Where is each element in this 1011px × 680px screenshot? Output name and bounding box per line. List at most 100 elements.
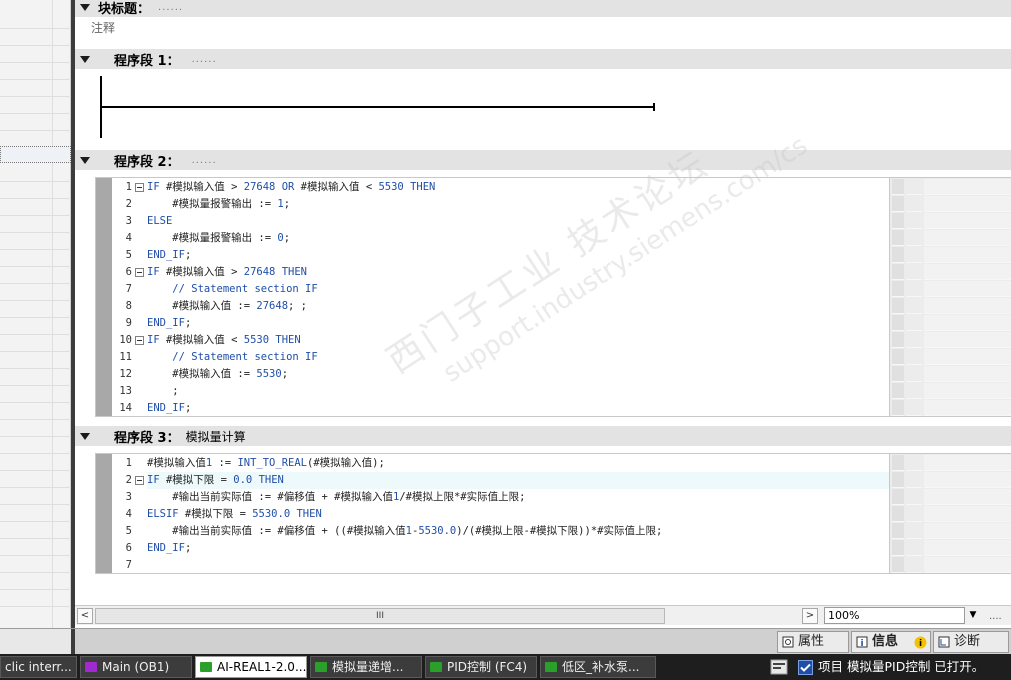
- task-analog-increment[interactable]: 模拟量递增...: [310, 656, 422, 678]
- code-line[interactable]: #输出当前实际值 := #偏移值 + #模拟输入值1/#模拟上限*#实际值上限;: [147, 489, 525, 506]
- network-1-title-placeholder[interactable]: ......: [192, 54, 217, 65]
- tree-row[interactable]: [0, 318, 71, 335]
- code-line[interactable]: END_IF;: [147, 247, 191, 264]
- tree-row[interactable]: [0, 114, 71, 131]
- task-cyclic-interrupt[interactable]: clic interr...: [0, 656, 77, 678]
- scl-code-editor-3[interactable]: 1 2 3 4 5 6 7 #模拟输入值1 := INT_TO_REAL(#模拟输入值); I…: [95, 453, 1011, 574]
- tree-row[interactable]: [0, 233, 71, 250]
- tree-row[interactable]: [0, 420, 71, 437]
- collapse-triangle-icon[interactable]: [80, 156, 90, 164]
- task-pid-control[interactable]: PID控制 (FC4): [425, 656, 537, 678]
- scl-code-editor-2[interactable]: 1 2 3 4 5 6 7 8 9 10 11 12 13 14 IF #模拟输入值 > 27648 OR…: [95, 177, 1011, 417]
- tree-row[interactable]: [0, 46, 71, 63]
- task-ai-real[interactable]: AI-REAL1-2.0...: [195, 656, 307, 678]
- tree-row[interactable]: [0, 437, 71, 454]
- side-cell: [924, 179, 1011, 195]
- block-title-header[interactable]: 块标题： ......: [75, 0, 1011, 17]
- code-lines[interactable]: IF #模拟输入值 > 27648 OR #模拟输入值 < 5530 THEN …: [147, 178, 889, 416]
- ladder-network[interactable]: [99, 76, 659, 138]
- line-number: 1: [125, 181, 132, 193]
- svg-text:i: i: [860, 639, 863, 648]
- task-main-ob1[interactable]: Main (OB1): [80, 656, 192, 678]
- tree-row[interactable]: [0, 505, 71, 522]
- zoom-select[interactable]: 100%: [824, 607, 981, 624]
- code-line[interactable]: // Statement section IF: [147, 281, 317, 298]
- fold-toggle-icon[interactable]: [135, 476, 144, 485]
- network-3-label: 程序段 3：: [114, 430, 180, 446]
- tree-row[interactable]: [0, 522, 71, 539]
- collapse-triangle-icon[interactable]: [80, 4, 90, 11]
- code-line[interactable]: ELSE: [147, 213, 172, 230]
- tree-row[interactable]: [0, 182, 71, 199]
- tree-row[interactable]: [0, 556, 71, 573]
- network-1-header[interactable]: 程序段 1： ......: [75, 49, 1011, 69]
- block-comment[interactable]: 注释: [91, 19, 115, 36]
- network-2-title-placeholder[interactable]: ......: [192, 155, 217, 166]
- tree-row[interactable]: [0, 250, 71, 267]
- fold-toggle-icon[interactable]: [135, 268, 144, 277]
- tree-row[interactable]: [0, 216, 71, 233]
- task-low-zone-pump[interactable]: 低区_补水泵...: [540, 656, 656, 678]
- code-line[interactable]: #输出当前实际值 := #偏移值 + ((#模拟输入值1-5530.0)/(#模…: [147, 523, 662, 540]
- code-line[interactable]: IF #模拟输入值 < 5530 THEN: [147, 332, 301, 349]
- code-line[interactable]: END_IF;: [147, 400, 191, 417]
- tree-row[interactable]: [0, 403, 71, 420]
- tree-row[interactable]: [0, 12, 71, 29]
- tab-properties[interactable]: 属性: [777, 631, 849, 653]
- code-line[interactable]: #模拟量报警输出 := 0;: [147, 230, 290, 247]
- tree-row[interactable]: [0, 369, 71, 386]
- tree-row[interactable]: [0, 471, 71, 488]
- tree-row[interactable]: [0, 335, 71, 352]
- code-line[interactable]: #模拟量报警输出 := 1;: [147, 196, 290, 213]
- code-line[interactable]: IF #模拟下限 = 0.0 THEN: [147, 472, 889, 489]
- tree-row[interactable]: [0, 267, 71, 284]
- line-number: 6: [125, 266, 132, 278]
- code-lines[interactable]: #模拟输入值1 := INT_TO_REAL(#模拟输入值); IF #模拟下限 …: [147, 454, 889, 573]
- code-line[interactable]: ;: [147, 383, 178, 400]
- tree-row[interactable]: [0, 29, 71, 46]
- tree-row[interactable]: [0, 352, 71, 369]
- network-2-header[interactable]: 程序段 2： ......: [75, 150, 1011, 170]
- code-side-panel: [889, 178, 1011, 416]
- tab-diagnostics[interactable]: 诊断: [933, 631, 1009, 653]
- block-title-placeholder[interactable]: ......: [158, 2, 183, 13]
- horizontal-scrollbar[interactable]: < III > 100% ▼ ....: [75, 605, 1011, 625]
- code-line[interactable]: #模拟输入值 := 5530;: [147, 366, 288, 383]
- code-line[interactable]: #模拟输入值 := 27648; ;: [147, 298, 307, 315]
- network-3-title[interactable]: 模拟量计算: [186, 428, 246, 445]
- network-3-header[interactable]: 程序段 3： 模拟量计算: [75, 426, 1011, 446]
- tree-row[interactable]: [0, 284, 71, 301]
- collapse-triangle-icon[interactable]: [80, 432, 90, 440]
- ladder-wire[interactable]: [102, 106, 655, 108]
- side-cell: [892, 383, 904, 399]
- tree-row[interactable]: [0, 539, 71, 556]
- tree-row[interactable]: [0, 386, 71, 403]
- tree-row[interactable]: [0, 454, 71, 471]
- code-line[interactable]: END_IF;: [147, 540, 191, 557]
- scroll-left-button[interactable]: <: [77, 608, 93, 624]
- tree-row[interactable]: [0, 97, 71, 114]
- tree-row[interactable]: [0, 590, 71, 607]
- code-line[interactable]: END_IF;: [147, 315, 191, 332]
- tree-row-selected[interactable]: [0, 146, 71, 163]
- task-list-icon[interactable]: [770, 659, 788, 675]
- zoom-dropdown-icon[interactable]: ▼: [964, 607, 981, 624]
- tree-row[interactable]: [0, 573, 71, 590]
- fold-toggle-icon[interactable]: [135, 183, 144, 192]
- code-line[interactable]: IF #模拟输入值 > 27648 THEN: [147, 264, 307, 281]
- tree-row[interactable]: [0, 63, 71, 80]
- tab-info[interactable]: i 信息 i: [851, 631, 931, 653]
- scroll-right-button[interactable]: >: [802, 608, 818, 624]
- tree-row[interactable]: [0, 165, 71, 182]
- tree-row[interactable]: [0, 488, 71, 505]
- code-line[interactable]: // Statement section IF: [147, 349, 317, 366]
- tree-row[interactable]: [0, 199, 71, 216]
- tree-row[interactable]: [0, 80, 71, 97]
- code-line[interactable]: IF #模拟输入值 > 27648 OR #模拟输入值 < 5530 THEN: [147, 179, 435, 196]
- collapse-triangle-icon[interactable]: [80, 55, 90, 63]
- fold-toggle-icon[interactable]: [135, 336, 144, 345]
- tree-row[interactable]: [0, 301, 71, 318]
- scroll-thumb[interactable]: III: [95, 608, 665, 624]
- code-line[interactable]: #模拟输入值1 := INT_TO_REAL(#模拟输入值);: [147, 455, 385, 472]
- code-line[interactable]: ELSIF #模拟下限 = 5530.0 THEN: [147, 506, 322, 523]
